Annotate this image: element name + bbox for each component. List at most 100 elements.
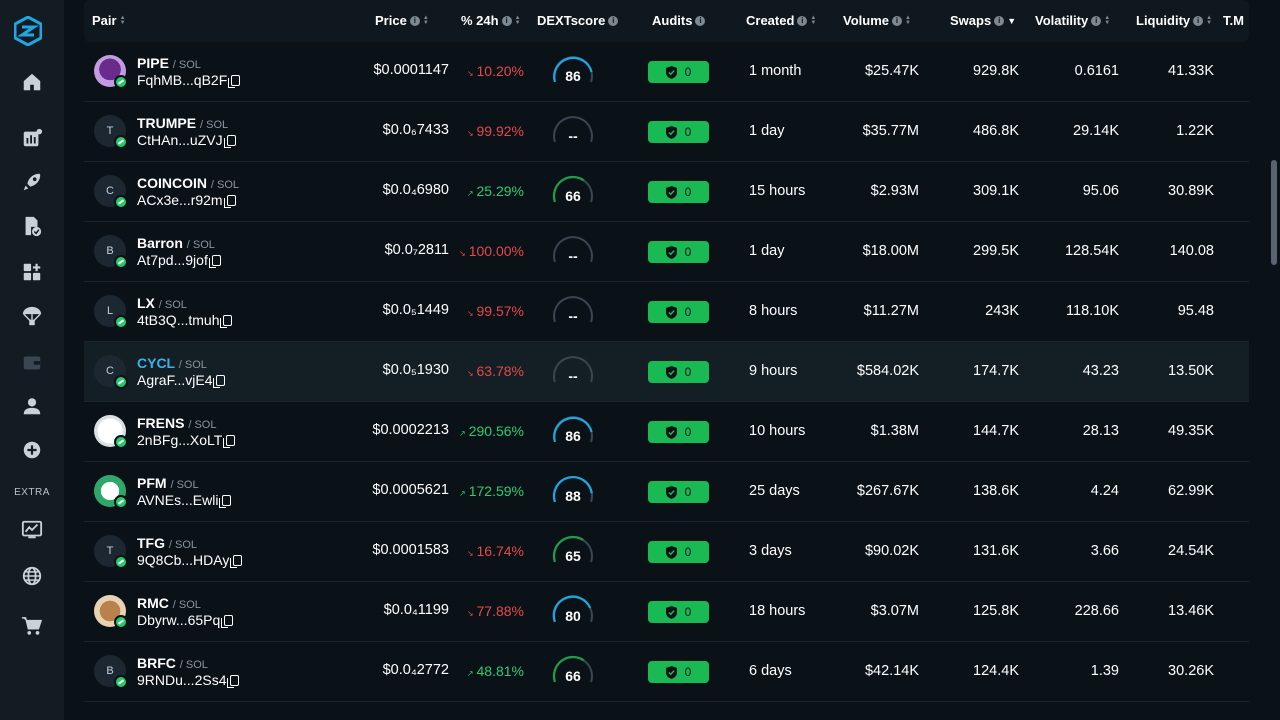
price-cell: $0.0₅1930 [382, 362, 449, 378]
scrollbar-thumb[interactable] [1271, 160, 1277, 265]
shield-check-icon [665, 65, 677, 79]
audit-count: 0 [684, 245, 692, 259]
token-symbol[interactable]: TRUMPE / SOL [137, 115, 228, 131]
dextscore-gauge[interactable]: 66 [551, 174, 595, 210]
header-volatility[interactable]: Volatility i ▲ ▼ [1035, 13, 1110, 28]
solana-chain-icon [114, 135, 128, 149]
dextscore-gauge[interactable]: 80 [551, 594, 595, 630]
table-row[interactable]: FRENS / SOL 2nBFg...XoLT $0.0002213 ↗ 290… [84, 402, 1249, 462]
audit-badge[interactable]: 0 [648, 601, 709, 623]
sidebar-item-home[interactable] [0, 68, 64, 96]
header-created[interactable]: Created i ▲ ▼ [746, 13, 816, 28]
table-row[interactable]: L LX / SOL 4tB3Q...tmuh $0.0₅1449 ↘ 99.57… [84, 282, 1249, 342]
table-row[interactable]: C CYCL / SOL AgraF...vjE4 $0.0₅1930 ↘ 63.… [84, 342, 1249, 402]
audit-badge[interactable]: 0 [648, 241, 709, 263]
main-content: Pair ▲ ▼ Price i ▲ ▼ % 24h i ▲ ▼ DEXTscore i Audi… [64, 0, 1280, 720]
trend-down-icon: ↘ [466, 129, 474, 138]
sidebar-item-charts[interactable] [0, 516, 64, 544]
sidebar-item-launchpad[interactable] [0, 168, 64, 196]
dextscore-gauge[interactable]: 88 [551, 474, 595, 510]
audit-badge[interactable]: 0 [648, 481, 709, 503]
audit-badge[interactable]: 0 [648, 541, 709, 563]
dextscore-gauge[interactable]: -- [551, 294, 595, 330]
dextscore-gauge[interactable]: -- [551, 114, 595, 150]
copy-icon[interactable] [230, 554, 243, 568]
dextscore-gauge[interactable]: -- [551, 234, 595, 270]
price-cell: $0.0₅1449 [382, 302, 449, 318]
dextscore-gauge[interactable]: 86 [551, 54, 595, 90]
token-symbol[interactable]: COINCOIN / SOL [137, 175, 239, 191]
sidebar-item-wallet[interactable] [0, 348, 64, 376]
created-cell: 3 days [749, 543, 792, 559]
volatility-cell: 43.23 [1082, 363, 1119, 379]
copy-icon[interactable] [223, 194, 236, 208]
token-symbol[interactable]: PFM / SOL [137, 475, 199, 491]
header-total-mc[interactable]: T.M [1223, 13, 1244, 28]
home-icon [23, 73, 41, 91]
sidebar-item-dashboard[interactable] [0, 258, 64, 286]
token-symbol[interactable]: FRENS / SOL [137, 415, 216, 431]
table-row[interactable]: B Barron / SOL At7pd...9jof $0.0₇2811 ↘ 1… [84, 222, 1249, 282]
table-row-partial[interactable] [84, 702, 1249, 720]
audit-badge[interactable]: 0 [648, 361, 709, 383]
token-symbol[interactable]: Barron / SOL [137, 235, 215, 251]
audit-badge[interactable]: 0 [648, 661, 709, 683]
audit-badge[interactable]: 0 [648, 181, 709, 203]
header-swaps[interactable]: Swaps i ▼ [950, 13, 1016, 28]
sidebar-item-airdrop[interactable] [0, 302, 64, 330]
header-audits[interactable]: Audits i [652, 13, 706, 28]
dextscore-gauge[interactable]: 65 [551, 534, 595, 570]
audit-badge[interactable]: 0 [648, 301, 709, 323]
dextscore-gauge[interactable]: 86 [551, 414, 595, 450]
copy-icon[interactable] [228, 74, 241, 88]
copy-icon[interactable] [220, 314, 233, 328]
header-tmc-label: T.M [1223, 13, 1244, 28]
header-change[interactable]: % 24h i ▲ ▼ [461, 13, 521, 28]
sidebar-item-shop[interactable] [0, 612, 64, 640]
change-value: 16.74% [476, 543, 524, 559]
dextscore-gauge[interactable]: 66 [551, 654, 595, 690]
token-symbol[interactable]: BRFC / SOL [137, 655, 208, 671]
sidebar-item-audit[interactable] [0, 212, 64, 240]
scrollbar[interactable] [1268, 0, 1280, 720]
token-symbol[interactable]: PIPE / SOL [137, 55, 201, 71]
token-symbol[interactable]: CYCL / SOL [137, 355, 207, 371]
token-symbol[interactable]: LX / SOL [137, 295, 187, 311]
table-row[interactable]: C COINCOIN / SOL ACx3e...r92m $0.0₄6980 … [84, 162, 1249, 222]
sidebar-item-add[interactable] [0, 436, 64, 464]
audit-badge[interactable]: 0 [648, 421, 709, 443]
table-row[interactable]: T TRUMPE / SOL CtHAn...uZVJ $0.0₆7433 ↘ 9… [84, 102, 1249, 162]
copy-icon[interactable] [219, 494, 232, 508]
table-row[interactable]: PFM / SOL AVNEs...Ewli $0.0005621 ↗ 172.5… [84, 462, 1249, 522]
header-price[interactable]: Price i ▲ ▼ [375, 13, 429, 28]
copy-icon[interactable] [208, 254, 221, 268]
sidebar-item-global[interactable] [0, 562, 64, 590]
copy-icon[interactable] [213, 374, 226, 388]
copy-icon[interactable] [221, 614, 234, 628]
sidebar-item-pair-explorer[interactable] [0, 124, 64, 152]
header-volume[interactable]: Volume i ▲ ▼ [843, 13, 911, 28]
token-symbol[interactable]: TFG / SOL [137, 535, 197, 551]
copy-icon[interactable] [227, 674, 240, 688]
table-header: Pair ▲ ▼ Price i ▲ ▼ % 24h i ▲ ▼ DEXTscore i Audi… [84, 0, 1249, 42]
table-row[interactable]: PIPE / SOL FqhMB...qB2F $0.0001147 ↘ 10.2… [84, 42, 1249, 102]
dextscore-gauge[interactable]: -- [551, 354, 595, 390]
dextools-logo-icon[interactable] [14, 16, 42, 46]
header-pair[interactable]: Pair ▲ ▼ [92, 13, 126, 28]
copy-icon[interactable] [223, 434, 236, 448]
token-address-text: 9Q8Cb...HDAy [137, 552, 230, 568]
table-row[interactable]: B BRFC / SOL 9RNDu...2Ss4 $0.0₄2772 ↗ 48.… [84, 642, 1249, 702]
audit-badge[interactable]: 0 [648, 61, 709, 83]
table-row[interactable]: RMC / SOL Dbyrw...65Pq $0.0₄1199 ↘ 77.88%… [84, 582, 1249, 642]
header-liquidity[interactable]: Liquidity i ▲ ▼ [1136, 13, 1212, 28]
trend-down-icon: ↘ [466, 369, 474, 378]
chart-monitor-icon [21, 520, 43, 539]
copy-icon[interactable] [223, 134, 236, 148]
audit-badge[interactable]: 0 [648, 121, 709, 143]
token-address: AVNEs...Ewli [137, 492, 232, 508]
header-dextscore[interactable]: DEXTscore i [537, 13, 619, 28]
table-row[interactable]: T TFG / SOL 9Q8Cb...HDAy $0.0001583 ↘ 16.… [84, 522, 1249, 582]
token-symbol[interactable]: RMC / SOL [137, 595, 201, 611]
shield-check-icon [665, 365, 677, 379]
sidebar-item-account[interactable] [0, 392, 64, 420]
